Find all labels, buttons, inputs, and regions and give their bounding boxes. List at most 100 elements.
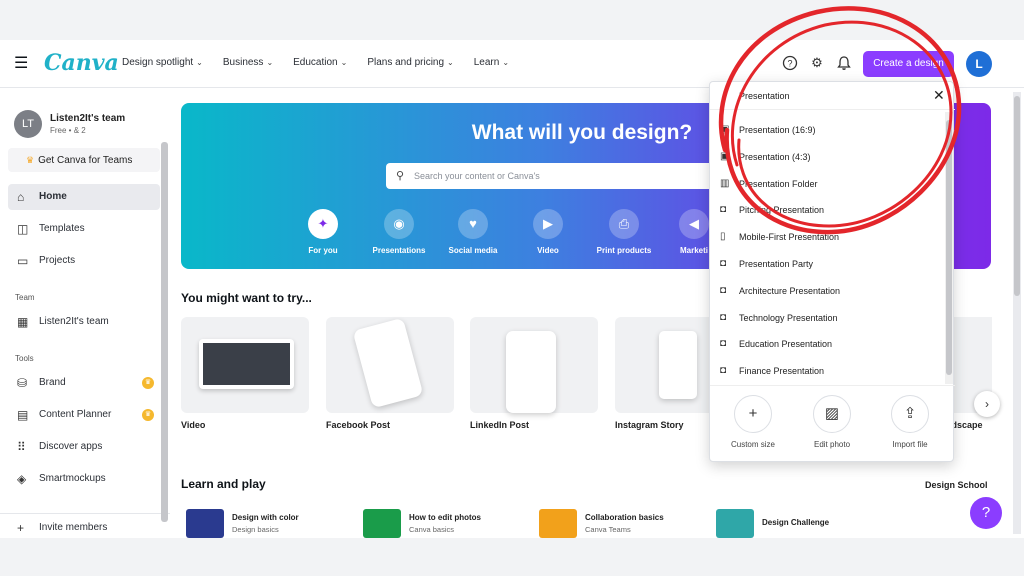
- phone-mockup: [352, 317, 424, 409]
- presentation-icon: ▣: [720, 124, 730, 135]
- template-card-linkedin-post[interactable]: [470, 317, 598, 413]
- invite-members-button[interactable]: + Invite members: [8, 515, 160, 538]
- category-social-media[interactable]: ♥ Social media: [438, 209, 508, 255]
- suggestion-item[interactable]: ▯ Mobile-First Presentation: [710, 224, 945, 251]
- learn-thumbnail: [716, 509, 754, 538]
- apps-grid-icon: ⠿: [17, 440, 26, 454]
- plus-icon: +: [734, 395, 772, 433]
- sidebar-item-content-planner[interactable]: ▤ Content Planner ♛: [8, 402, 160, 428]
- learn-item[interactable]: How to edit photos Canva basics: [363, 509, 481, 538]
- nav-education[interactable]: Education ⌄: [293, 57, 347, 68]
- category-print-products[interactable]: ⎙ Print products: [589, 209, 659, 255]
- nav-learn[interactable]: Learn ⌄: [474, 57, 509, 68]
- plus-icon: +: [17, 521, 25, 535]
- camera-icon: ◘: [720, 204, 727, 216]
- suggestion-item[interactable]: ◘ Technology Presentation: [710, 305, 945, 332]
- gear-icon[interactable]: ⚙: [809, 55, 825, 71]
- sidebar-item-home[interactable]: ⌂ Home: [8, 184, 160, 210]
- design-school-link[interactable]: Design School: [925, 480, 988, 490]
- bell-icon[interactable]: [836, 55, 852, 71]
- team-switcher[interactable]: LT Listen2It's team Free • & 2: [14, 110, 125, 138]
- search-query: Presentation: [739, 91, 790, 101]
- chevron-down-icon: ⌄: [266, 58, 274, 67]
- carousel-next-button[interactable]: ›: [974, 391, 1000, 417]
- dropdown-search-input[interactable]: Presentation ✕: [710, 82, 955, 110]
- video-icon: ▶: [533, 209, 563, 239]
- suggestion-list: ▣ Presentation (16:9) ▣ Presentation (4:3)…: [710, 117, 945, 382]
- nav-design-spotlight[interactable]: Design spotlight ⌄: [122, 57, 203, 68]
- camera-icon: ◘: [720, 284, 727, 296]
- canva-logo[interactable]: Canva: [44, 50, 119, 76]
- suggestion-item[interactable]: ▣ Presentation (4:3): [710, 144, 945, 171]
- category-presentations[interactable]: ◉ Presentations: [364, 209, 434, 255]
- template-label: Video: [181, 420, 206, 430]
- learn-thumbnail: [363, 509, 401, 538]
- search-icon: ⚲: [396, 170, 405, 182]
- edit-photo-button[interactable]: ▨ Edit photo: [797, 395, 867, 449]
- team-meta: Free • & 2: [50, 126, 86, 135]
- folder-icon: ▭: [17, 254, 29, 268]
- template-card-facebook-post[interactable]: [326, 317, 454, 413]
- learn-item[interactable]: Collaboration basics Canva Teams: [539, 509, 664, 538]
- suggestion-item[interactable]: ▥ Presentation Folder: [710, 171, 945, 198]
- custom-size-button[interactable]: + Custom size: [718, 395, 788, 449]
- search-dropdown: Presentation ✕ ▣ Presentation (16:9) ▣ Pre…: [709, 81, 955, 462]
- dropdown-divider: [710, 385, 955, 386]
- suggestion-item[interactable]: ◘ Finance Presentation: [710, 358, 945, 382]
- suggestion-item[interactable]: ◘ Presentation Party: [710, 251, 945, 278]
- learn-item[interactable]: Design with color Design basics: [186, 509, 299, 538]
- dropdown-scrollbar[interactable]: [945, 112, 953, 384]
- learn-thumbnail: [186, 509, 224, 538]
- scrollbar-thumb[interactable]: [1014, 96, 1020, 296]
- create-design-button[interactable]: Create a design: [863, 51, 954, 77]
- try-section-title: You might want to try...: [181, 291, 312, 305]
- sidebar-item-templates[interactable]: ◫ Templates: [8, 216, 160, 242]
- phone-mockup: [659, 331, 697, 399]
- suggestion-item[interactable]: ◘ Education Presentation: [710, 331, 945, 358]
- category-video[interactable]: ▶ Video: [513, 209, 583, 255]
- scrollbar-thumb[interactable]: [946, 120, 952, 375]
- crown-icon: ♛: [26, 155, 35, 165]
- sidebar-item-projects[interactable]: ▭ Projects: [8, 248, 160, 274]
- smartmockups-icon: ◈: [17, 472, 27, 486]
- sidebar-scrollbar[interactable]: [161, 142, 168, 522]
- chevron-down-icon: ⌄: [502, 58, 510, 67]
- crown-badge-icon: ♛: [142, 409, 154, 421]
- chevron-down-icon: ⌄: [340, 58, 348, 67]
- suggestion-item[interactable]: ▣ Presentation (16:9): [710, 117, 945, 144]
- camera-icon: ◘: [720, 338, 727, 350]
- suggestion-item[interactable]: ◘ Architecture Presentation: [710, 278, 945, 305]
- main-scrollbar[interactable]: [1013, 92, 1021, 534]
- help-circle-icon[interactable]: ?: [782, 55, 798, 71]
- sidebar-item-smartmockups[interactable]: ◈ Smartmockups: [8, 466, 160, 492]
- user-avatar[interactable]: L: [966, 51, 992, 77]
- tools-section-label: Tools: [15, 354, 34, 363]
- learn-item[interactable]: Design Challenge: [716, 509, 829, 538]
- help-button[interactable]: ?: [970, 497, 1002, 529]
- template-card-video[interactable]: [181, 317, 309, 413]
- phone-icon: ▯: [720, 231, 726, 243]
- sidebar-item-brand[interactable]: ⛁ Brand ♛: [8, 370, 160, 396]
- presentation-icon: ▣: [720, 150, 730, 162]
- sidebar-item-discover-apps[interactable]: ⠿ Discover apps: [8, 434, 160, 460]
- nav-plans-pricing[interactable]: Plans and pricing ⌄: [367, 57, 453, 68]
- sidebar-item-team[interactable]: ▦ Listen2It's team: [8, 309, 160, 335]
- menu-icon[interactable]: ☰: [14, 54, 28, 74]
- learn-thumbnail: [539, 509, 577, 538]
- category-for-you[interactable]: ✦ For you: [288, 209, 358, 255]
- camera-icon: ◘: [720, 257, 727, 269]
- close-icon[interactable]: ✕: [933, 87, 945, 104]
- folder-icon: ▥: [720, 177, 730, 189]
- top-nav: Design spotlight ⌄ Business ⌄ Education ⌄ P…: [122, 57, 529, 68]
- edit-photo-icon: ▨: [813, 395, 851, 433]
- phone-mockup: [506, 331, 556, 413]
- get-canva-teams-button[interactable]: ♛ Get Canva for Teams: [8, 148, 160, 172]
- megaphone-icon: ◀: [679, 209, 709, 239]
- crown-badge-icon: ♛: [142, 377, 154, 389]
- suggestion-item[interactable]: ◘ Pitching Presentation: [710, 197, 945, 224]
- template-label: Instagram Story: [615, 420, 684, 430]
- nav-business[interactable]: Business ⌄: [223, 57, 273, 68]
- camera-icon: ◘: [720, 311, 727, 323]
- import-file-button[interactable]: ⇪ Import file: [875, 395, 945, 449]
- team-section-label: Team: [15, 293, 35, 302]
